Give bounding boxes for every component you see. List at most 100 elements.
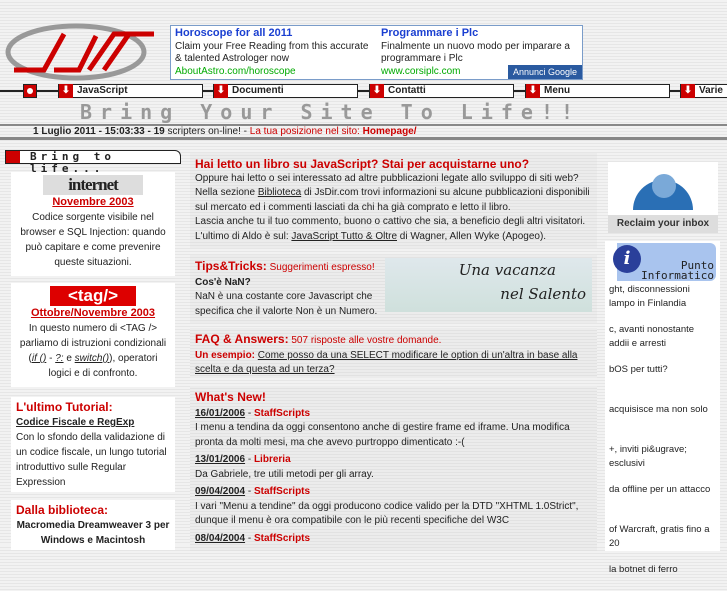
books-p1: Oppure hai letto o sei interessato ad al…	[195, 172, 579, 184]
ad-url[interactable]: AboutAstro.com/horoscope	[175, 66, 296, 77]
news-date[interactable]: 08/04/2004	[195, 533, 245, 544]
ads-by-google-badge[interactable]: Annunci Google	[507, 65, 582, 79]
issue-link[interactable]: Novembre 2003	[52, 196, 133, 208]
news-item: 13/01/2006 - Libreria Da Gabriele, tre ut…	[195, 453, 592, 482]
switch-link[interactable]: switch()	[75, 353, 109, 364]
text: L'ultimo di Aldo è sul:	[195, 230, 292, 242]
slogan: Bring Your Site To Life!!	[80, 100, 582, 124]
sep: -	[46, 353, 56, 364]
tutorial-heading: L'ultimo Tutorial:	[16, 400, 113, 414]
arrow-down-icon: ⬇	[681, 84, 695, 98]
logo-text: Punto Informatico	[641, 259, 714, 282]
tab-label: Varie	[699, 85, 723, 96]
pi-news-item[interactable]: bOS per tutti?	[609, 363, 716, 391]
books-heading: Hai letto un libro su JavaScript? Stai p…	[195, 157, 530, 171]
tab-varie[interactable]: ⬇ Varie	[680, 84, 727, 98]
magazine-tag: <tag/> Ottobre/Novembre 2003 In questo n…	[11, 283, 175, 387]
faq-example-label: Un esempio:	[195, 349, 256, 361]
news-date[interactable]: 13/01/2006	[195, 454, 245, 465]
faq-heading: FAQ & Answers:	[195, 332, 289, 346]
arrow-down-icon: ⬇	[59, 84, 73, 98]
ad-title[interactable]: Programmare i Plc	[381, 27, 478, 39]
tag-magazine-logo[interactable]: <tag/>	[50, 286, 136, 306]
tips-answer: NaN è una costante core Javascript che s…	[195, 291, 378, 317]
library-heading: Dalla biblioteca:	[16, 503, 109, 517]
ad-url[interactable]: www.corsiplc.com	[381, 66, 460, 77]
site-logo[interactable]	[4, 22, 164, 82]
news-text: I vari "Menu a tendine" da oggi producon…	[195, 500, 579, 527]
status-bar: 1 Luglio 2011 - 15:03:33 - 19 scripters …	[0, 124, 727, 140]
pi-news-item[interactable]: +, inviti pi&ugrave; esclusivi	[609, 443, 716, 471]
tab-javascript[interactable]: ⬇ JavaScript	[58, 84, 203, 98]
news-item: 08/04/2004 - StaffScripts	[195, 532, 311, 544]
pi-news-item[interactable]: la botnet di ferro	[609, 563, 716, 591]
tab-label: Documenti	[232, 85, 284, 96]
thunderbird-promo[interactable]: Reclaim your inbox	[608, 162, 718, 233]
news-category[interactable]: StaffScripts	[254, 486, 310, 497]
magazine-internet: internet Novembre 2003 Codice sorgente v…	[11, 172, 175, 276]
internet-magazine-logo[interactable]: internet	[43, 175, 143, 195]
issue-desc: In questo numero di <TAG /> parliamo di …	[16, 321, 170, 381]
ad-item[interactable]: Horoscope for all 2011 Claim your Free R…	[175, 27, 375, 78]
if-link[interactable]: if ()	[32, 353, 46, 364]
library-book[interactable]: Macromedia Dreamweaver 3 per Windows e M…	[16, 518, 170, 548]
books-section: Hai letto un libro su JavaScript? Stai p…	[190, 153, 597, 248]
news-category[interactable]: StaffScripts	[254, 533, 310, 544]
main-nav: ⬇ JavaScript ⬇ Documenti ⬇ Contatti ⬇ Menu ⬇…	[0, 84, 727, 98]
sep: e	[63, 353, 75, 364]
datetime: 1 Luglio 2011 - 15:03:33 -	[33, 126, 154, 137]
tutorial-link[interactable]: Codice Fiscale e RegExp	[16, 417, 134, 428]
books-p4: L'ultimo di Aldo è sul: JavaScript Tutto…	[195, 230, 592, 245]
tab-menu[interactable]: ⬇ Menu	[525, 84, 670, 98]
books-p2: Nella sezione Biblioteca di JsDir.com tr…	[195, 186, 592, 215]
text: Nella sezione	[195, 187, 258, 198]
arrow-down-icon: ⬇	[214, 84, 228, 98]
online-text: scripters on-line! -	[164, 126, 250, 137]
whats-new-section: What's New! 16/01/2006 - StaffScripts I m…	[190, 386, 597, 551]
news-text: I menu a tendina da oggi consentono anch…	[195, 422, 570, 448]
books-p3: Lascia anche tu il tuo commento, buono o…	[195, 216, 586, 227]
home-button[interactable]	[23, 84, 37, 98]
text: di Wagner, Allen Wyke (Apogeo).	[397, 230, 547, 242]
tutorial-desc: Con lo sfondo della validazione di un co…	[16, 432, 167, 488]
biblioteca-link[interactable]: Biblioteca	[258, 187, 301, 198]
news-date[interactable]: 16/01/2006	[195, 408, 245, 419]
news-item: 16/01/2006 - StaffScripts I menu a tendin…	[195, 407, 592, 451]
pi-news-item[interactable]: c, avanti nonostante addii e arresti	[609, 323, 716, 351]
ad-text: Finalmente un nuovo modo per imparare a …	[381, 40, 570, 65]
tips-heading: Tips&Tricks:	[195, 259, 267, 273]
issue-link[interactable]: Ottobre/Novembre 2003	[31, 307, 155, 319]
punto-informatico-logo[interactable]: i Punto Informatico	[609, 243, 716, 281]
latest-tutorial: L'ultimo Tutorial: Codice Fiscale e RegE…	[11, 397, 175, 492]
faq-sub: 507 risposte alle vostre domande.	[288, 335, 442, 346]
pi-news-item[interactable]: of Warcraft, gratis fino a 20	[609, 523, 716, 551]
tab-label: JavaScript	[77, 85, 128, 96]
tab-label: Contatti	[388, 85, 426, 96]
tab-documenti[interactable]: ⬇ Documenti	[213, 84, 358, 98]
banner-line: nel Salento	[500, 285, 586, 303]
arrow-down-icon: ⬇	[526, 84, 540, 98]
pi-news-item[interactable]: ght, disconnessioni lampo in Finlandia	[609, 283, 716, 311]
tab-label: Menu	[544, 85, 571, 96]
punto-informatico-feed: i Punto Informatico ght, disconnessioni …	[605, 241, 720, 575]
tips-section: Tips&Tricks: Suggerimenti espresso! Cos'…	[190, 255, 597, 323]
banner-line: Una vacanza	[458, 261, 556, 279]
pi-news-item[interactable]: da offline per un attacco	[609, 483, 716, 511]
book-link[interactable]: JavaScript Tutto & Oltre	[291, 231, 397, 242]
tips-sub: Suggerimenti espresso!	[266, 262, 375, 273]
ad-title[interactable]: Horoscope for all 2011	[175, 27, 292, 39]
news-date[interactable]: 09/04/2004	[195, 486, 245, 497]
breadcrumb-homepage[interactable]: Homepage/	[363, 126, 417, 137]
pi-news-item[interactable]: acquisisce ma non solo	[609, 403, 716, 431]
news-heading: What's New!	[195, 390, 266, 404]
news-item: 09/04/2004 - StaffScripts I vari "Menu a …	[195, 485, 592, 529]
tips-question[interactable]: Cos'è NaN?	[195, 276, 380, 291]
online-count: 19	[153, 126, 165, 137]
tab-contatti[interactable]: ⬇ Contatti	[369, 84, 514, 98]
ternary-link[interactable]: ?:	[55, 353, 63, 364]
news-category[interactable]: Libreria	[254, 454, 291, 465]
salento-banner[interactable]: Una vacanza nel Salento	[385, 258, 592, 312]
news-category[interactable]: StaffScripts	[254, 408, 310, 419]
arrow-down-icon: ⬇	[370, 84, 384, 98]
position-label: La tua posizione nel sito:	[249, 126, 363, 137]
